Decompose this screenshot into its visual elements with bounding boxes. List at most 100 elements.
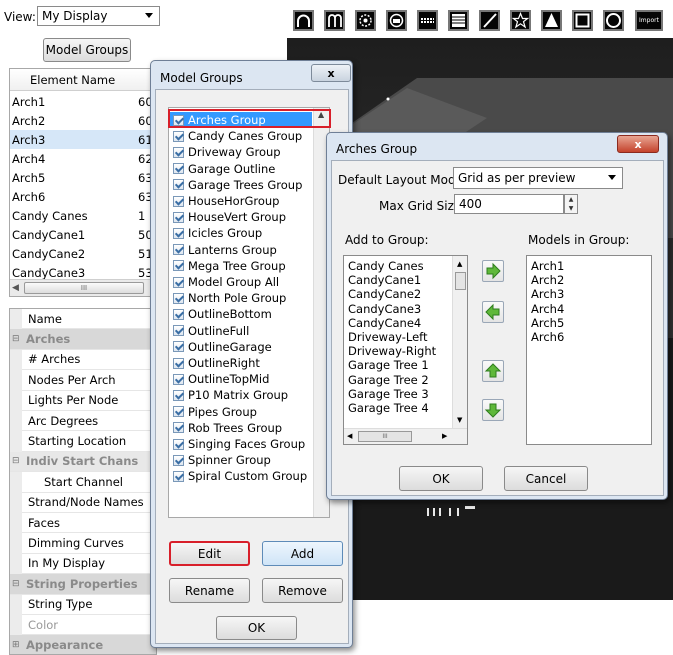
property-row[interactable]: Arc Degrees — [22, 411, 156, 432]
table-row[interactable]: Candy Canes 1 — [10, 206, 156, 225]
single-line-tool-button[interactable] — [479, 10, 500, 31]
property-row[interactable]: Name — [22, 309, 156, 330]
collapse-icon[interactable]: ⊟ — [12, 579, 20, 589]
list-item[interactable]: Arch2 — [531, 274, 564, 287]
circle-tool-button[interactable] — [355, 10, 376, 31]
list-item[interactable]: Spiral Custom Group — [169, 468, 312, 484]
property-row[interactable]: Nodes Per Arch — [22, 370, 156, 391]
spin-down-icon[interactable]: ▼ — [565, 204, 577, 213]
circle-outline-tool-button[interactable] — [603, 10, 624, 31]
ok-button[interactable]: OK — [216, 616, 297, 640]
scroll-down-icon[interactable]: ▼ — [457, 416, 462, 424]
checkbox[interactable] — [173, 276, 184, 288]
horizontal-scrollbar[interactable]: ◀ III — [10, 279, 156, 296]
checkbox[interactable] — [173, 389, 184, 401]
list-item[interactable]: CandyCane1 — [348, 274, 421, 287]
model-groups-close-button[interactable]: x — [311, 64, 351, 82]
window-frame-tool-button[interactable] — [572, 10, 593, 31]
list-item[interactable]: Garage Outline — [169, 161, 312, 177]
list-item[interactable]: OutlineTopMid — [169, 371, 312, 387]
table-row[interactable]: Arch3 61 — [10, 130, 156, 149]
list-item[interactable]: Garage Trees Group — [169, 177, 312, 193]
list-item[interactable]: Arch3 — [531, 288, 564, 301]
available-hscroll-thumb[interactable]: III — [358, 431, 412, 442]
scroll-right-icon[interactable]: ▶ — [442, 432, 447, 440]
table-row[interactable]: Arch4 62 — [10, 149, 156, 168]
move-up-button[interactable] — [482, 360, 504, 382]
checkbox[interactable] — [173, 341, 184, 353]
list-item[interactable]: Model Group All — [169, 274, 312, 290]
checkbox[interactable] — [173, 308, 184, 320]
property-row[interactable]: Dimming Curves — [22, 533, 156, 554]
table-row[interactable]: Arch2 60 — [10, 111, 156, 130]
arches-ok-button[interactable]: OK — [399, 466, 483, 491]
table-row[interactable]: CandyCane2 51 — [10, 244, 156, 263]
add-button[interactable]: Add — [262, 541, 343, 566]
list-item[interactable]: OutlineFull — [169, 323, 312, 339]
list-item[interactable]: Arch4 — [531, 302, 564, 316]
checkbox[interactable] — [173, 470, 184, 482]
table-row[interactable]: Arch6 63 — [10, 187, 156, 206]
table-row[interactable]: Arch5 63 — [10, 168, 156, 187]
table-row[interactable]: Arch1 60 — [10, 92, 156, 111]
scroll-left-icon[interactable]: ◀ — [347, 432, 352, 440]
remove-button[interactable]: Remove — [262, 578, 343, 603]
list-item[interactable]: P10 Matrix Group — [169, 387, 312, 403]
layout-mode-select[interactable]: Grid as per preview — [453, 167, 623, 189]
available-vscroll[interactable]: ▲ ▼ — [452, 256, 467, 428]
available-vscroll-thumb[interactable] — [455, 272, 466, 290]
property-row[interactable]: Start Channel — [22, 472, 156, 493]
list-item[interactable]: Garage Tree 2 — [348, 373, 429, 387]
list-item[interactable]: Singing Faces Group — [169, 436, 312, 452]
view-select[interactable]: My Display — [37, 6, 160, 26]
import-button[interactable]: Import — [635, 10, 663, 31]
checkbox[interactable] — [173, 244, 184, 256]
list-item[interactable]: HouseVert Group — [169, 209, 312, 225]
list-item[interactable]: OutlineBottom — [169, 306, 312, 322]
edit-button[interactable]: Edit — [169, 541, 250, 566]
matrix-tool-button[interactable] — [448, 10, 469, 31]
property-row[interactable]: Strand/Node Names — [22, 493, 156, 513]
scroll-up-icon[interactable]: ▲ — [457, 260, 462, 268]
add-to-group-button[interactable] — [482, 260, 504, 282]
max-grid-input[interactable]: 400 — [454, 194, 564, 214]
list-item[interactable]: Driveway-Right — [348, 345, 436, 358]
arches-cancel-button[interactable]: Cancel — [504, 466, 588, 491]
checkbox[interactable] — [173, 406, 184, 418]
checkbox[interactable] — [173, 260, 184, 272]
checkbox[interactable] — [173, 325, 184, 337]
list-item[interactable]: Rob Trees Group — [169, 420, 312, 436]
list-item[interactable]: Pipes Group — [169, 404, 312, 420]
collapse-icon[interactable]: ⊟ — [12, 334, 20, 344]
expand-icon[interactable]: ⊞ — [12, 640, 20, 650]
scroll-left-icon[interactable]: ◀ — [12, 283, 19, 293]
property-row[interactable]: Color — [22, 615, 156, 636]
arch-tool-button[interactable] — [293, 10, 314, 31]
collapse-icon[interactable]: ⊟ — [12, 456, 20, 466]
list-item[interactable]: CandyCane2 — [348, 288, 421, 301]
list-item[interactable]: Garage Tree 3 — [348, 387, 429, 401]
checkbox[interactable] — [173, 292, 184, 304]
table-row[interactable]: CandyCane1 50 — [10, 225, 156, 244]
property-row[interactable]: ⊟ Indiv Start Chans — [10, 451, 156, 473]
checkbox[interactable] — [173, 227, 184, 239]
property-row[interactable]: # Arches — [22, 350, 156, 371]
star-burst-tool-button[interactable] — [386, 10, 407, 31]
element-list-header[interactable]: Element Name — [10, 69, 156, 91]
list-item[interactable]: HouseHorGroup — [169, 193, 312, 209]
model-groups-button[interactable]: Model Groups — [43, 38, 131, 62]
checkbox[interactable] — [173, 130, 184, 142]
property-row[interactable]: ⊞ Appearance — [10, 635, 156, 654]
arches-close-button[interactable]: x — [617, 135, 659, 153]
checkbox[interactable] — [173, 438, 184, 450]
move-down-button[interactable] — [482, 399, 504, 421]
list-item[interactable]: Arch1 — [531, 260, 564, 273]
list-item[interactable]: OutlineRight — [169, 355, 312, 371]
list-item[interactable]: Lanterns Group — [169, 242, 312, 258]
checkbox[interactable] — [173, 195, 184, 207]
property-row[interactable]: Lights Per Node — [22, 391, 156, 411]
available-hscroll[interactable]: ◀ III ▶ — [344, 428, 467, 444]
rename-button[interactable]: Rename — [169, 578, 250, 603]
checkbox[interactable] — [173, 373, 184, 385]
property-row[interactable]: In My Display — [22, 554, 156, 575]
